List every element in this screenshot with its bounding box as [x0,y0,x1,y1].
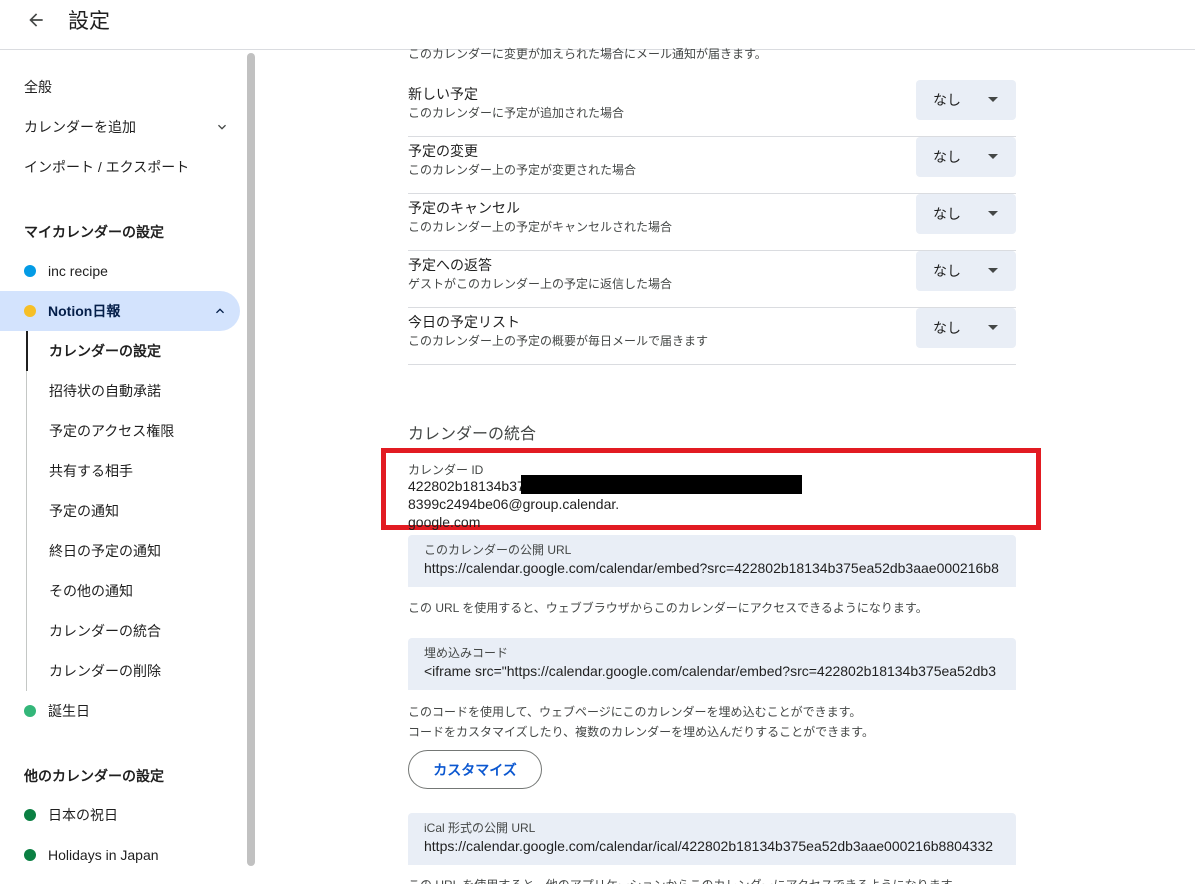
sub-item-other-notifications[interactable]: その他の通知 [26,571,240,611]
sub-item-label: 招待状の自動承諾 [49,383,161,399]
calendar-color-dot [24,849,36,861]
chevron-down-icon [218,124,226,130]
embed-help-1: このコードを使用して、ウェブページにこのカレンダーを埋め込むことができます。 [408,705,862,719]
sub-item-allday-notifications[interactable]: 終日の予定の通知 [26,531,240,571]
ical-url-label: iCal 形式の公開 URL [424,821,536,835]
sub-item-label: カレンダーの削除 [49,663,161,679]
notification-title: 予定のキャンセル [408,200,520,216]
sub-item-label: 予定のアクセス権限 [49,423,175,439]
notification-select[interactable]: なし [916,308,1016,348]
sub-item-share[interactable]: 共有する相手 [26,451,240,491]
notification-row-new-event: 新しい予定 このカレンダーに予定が追加された場合 なし [408,80,1016,137]
page-title: 設定 [68,9,110,33]
integration-section-title: カレンダーの統合 [408,426,537,443]
select-value: なし [933,206,961,222]
notification-row-event-response: 予定への返答 ゲストがこのカレンダー上の予定に返信した場合 なし [408,251,1016,308]
sub-item-label: 予定の通知 [49,503,119,519]
nav-add-calendar-label: カレンダーを追加 [24,119,136,135]
notification-select[interactable]: なし [916,137,1016,177]
notification-description: このカレンダーに変更が加えられた場合にメール通知が届きます。 [408,47,767,61]
sub-item-auto-accept[interactable]: 招待状の自動承諾 [26,371,240,411]
notification-desc: このカレンダー上の予定の概要が毎日メールで届きます [408,334,709,348]
embed-code-field[interactable]: 埋め込みコード [408,638,1016,690]
public-url-help: この URL を使用すると、ウェブブラウザからこのカレンダーにアクセスできるよう… [408,601,928,615]
calendar-name: 日本の祝日 [48,807,118,823]
select-value: なし [933,92,961,108]
calendar-color-dot [24,305,36,317]
calendar-name: Holidays in Japan [48,847,159,863]
my-calendars-heading: マイカレンダーの設定 [24,224,164,240]
public-url-label: このカレンダーの公開 URL [424,543,572,557]
notification-select[interactable]: なし [916,80,1016,120]
arrow-back-icon [29,13,43,27]
select-value: なし [933,149,961,165]
notification-row-daily-agenda: 今日の予定リスト このカレンダー上の予定の概要が毎日メールで届きます なし [408,308,1016,365]
redaction-bar [521,475,802,494]
nav-import-export-label: インポート / エクスポート [24,159,190,175]
dropdown-arrow-icon [988,268,998,273]
calendar-id-label: カレンダー ID [408,463,484,477]
dropdown-arrow-icon [988,97,998,102]
sub-item-label: カレンダーの統合 [49,623,161,639]
sub-item-label: その他の通知 [49,583,133,599]
sub-item-integration[interactable]: カレンダーの統合 [26,611,240,651]
nav-general-label: 全般 [24,79,52,95]
embed-code-input[interactable] [424,663,1000,679]
sub-item-delete[interactable]: カレンダーの削除 [26,651,240,691]
select-value: なし [933,320,961,336]
calendar-color-dot [24,705,36,717]
sidebar-calendar-inc-recipe[interactable]: inc recipe [0,251,240,291]
notification-row-cancelled-event: 予定のキャンセル このカレンダー上の予定がキャンセルされた場合 なし [408,194,1016,251]
notification-desc: このカレンダーに予定が追加された場合 [408,106,625,120]
ical-url-input[interactable] [424,838,1000,854]
sub-item-event-notifications[interactable]: 予定の通知 [26,491,240,531]
calendar-id-suffix: 8399c2494be06@group.calendar. [408,496,620,512]
sub-item-label: カレンダーの設定 [49,343,161,359]
notification-row-changed-event: 予定の変更 このカレンダー上の予定が変更された場合 なし [408,137,1016,194]
dropdown-arrow-icon [988,211,998,216]
public-url-input[interactable] [424,560,1000,576]
calendar-name: Notion日報 [48,303,121,319]
other-calendars-heading: 他のカレンダーの設定 [24,768,164,784]
customize-button[interactable]: カスタマイズ [408,750,542,789]
sub-item-calendar-settings[interactable]: カレンダーの設定 [26,331,240,371]
calendar-name: 誕生日 [48,703,90,719]
embed-help-2: コードをカスタマイズしたり、複数のカレンダーを埋め込んだりすることができます。 [408,725,874,739]
sidebar-calendar-notion[interactable]: Notion日報 [0,291,240,331]
calendar-color-dot [24,265,36,277]
back-button[interactable] [20,4,52,36]
nav-import-export[interactable]: インポート / エクスポート [0,147,189,187]
sub-item-access[interactable]: 予定のアクセス権限 [26,411,240,451]
sidebar-scrollbar[interactable] [247,53,255,866]
calendar-id-prefix: 422802b18134b37 [408,478,525,494]
notification-select[interactable]: なし [916,194,1016,234]
calendar-color-dot [24,809,36,821]
notification-title: 予定の変更 [408,143,478,159]
ical-url-field[interactable]: iCal 形式の公開 URL [408,813,1016,865]
notification-desc: このカレンダー上の予定がキャンセルされた場合 [408,220,673,234]
public-url-field[interactable]: このカレンダーの公開 URL [408,535,1016,587]
embed-code-label: 埋め込みコード [424,646,509,660]
notification-desc: ゲストがこのカレンダー上の予定に返信した場合 [408,277,673,291]
notification-title: 新しい予定 [408,86,478,102]
sub-item-label: 共有する相手 [49,463,133,479]
notification-desc: このカレンダー上の予定が変更された場合 [408,163,637,177]
sidebar-calendar-japan-holidays-en[interactable]: Holidays in Japan [0,835,240,875]
nav-add-calendar[interactable]: カレンダーを追加 [0,107,240,147]
calendar-name: inc recipe [48,263,108,279]
ical-url-help: この URL を使用すると、他のアプリケーションからこのカレンダーにアクセスでき… [408,876,963,884]
notification-title: 今日の予定リスト [408,314,520,330]
notification-select[interactable]: なし [916,251,1016,291]
sidebar-calendar-birthday[interactable]: 誕生日 [0,691,240,731]
calendar-id-line2: google.com [408,514,481,530]
notification-title: 予定への返答 [408,257,492,273]
chevron-up-icon [216,308,224,314]
select-value: なし [933,263,961,279]
app-header: 設定 [0,0,1195,50]
sub-item-label: 終日の予定の通知 [49,543,161,559]
sidebar-calendar-japan-holidays-ja[interactable]: 日本の祝日 [0,795,240,835]
dropdown-arrow-icon [988,154,998,159]
nav-general[interactable]: 全般 [0,67,52,107]
dropdown-arrow-icon [988,325,998,330]
